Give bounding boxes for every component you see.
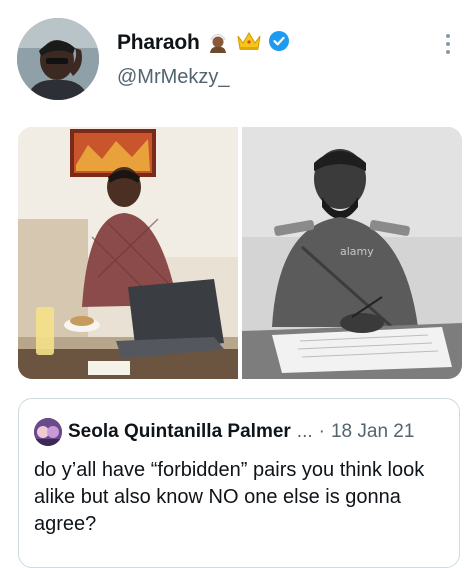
more-options-icon[interactable] (442, 32, 454, 56)
quoted-separator: · (318, 421, 325, 442)
verified-badge-icon (268, 30, 290, 57)
man-with-laptop-photo (18, 127, 238, 379)
photo-left[interactable] (18, 127, 238, 379)
quoted-author-ellipsis: ... (296, 421, 313, 442)
man-in-uniform-photo: alamy (242, 127, 462, 379)
tweet-media: alamy (18, 127, 462, 379)
photo-right[interactable]: alamy (242, 127, 462, 379)
author-display-name[interactable]: Pharaoh (117, 31, 200, 55)
quoted-author-avatar (34, 418, 62, 446)
quoted-date: 18 Jan 21 (330, 421, 415, 442)
crown-emoji-icon (236, 30, 262, 57)
author-name-row[interactable]: Pharaoh (117, 28, 290, 58)
avatar[interactable] (17, 18, 99, 100)
man-with-turban-emoji-icon (206, 29, 230, 58)
alamy-watermark: alamy (340, 245, 374, 258)
quoted-tweet-text: do y’all have “forbidden” pairs you thin… (34, 459, 425, 535)
quoted-author-name: Seola Quintanilla Palmer (68, 421, 291, 442)
author-handle[interactable]: @MrMekzy_ (117, 66, 230, 89)
avatar-photo (17, 18, 99, 100)
quoted-tweet-header: Seola Quintanilla Palmer ... · 18 Jan 21 (34, 418, 414, 446)
quoted-tweet[interactable]: Seola Quintanilla Palmer ... · 18 Jan 21… (18, 398, 460, 568)
